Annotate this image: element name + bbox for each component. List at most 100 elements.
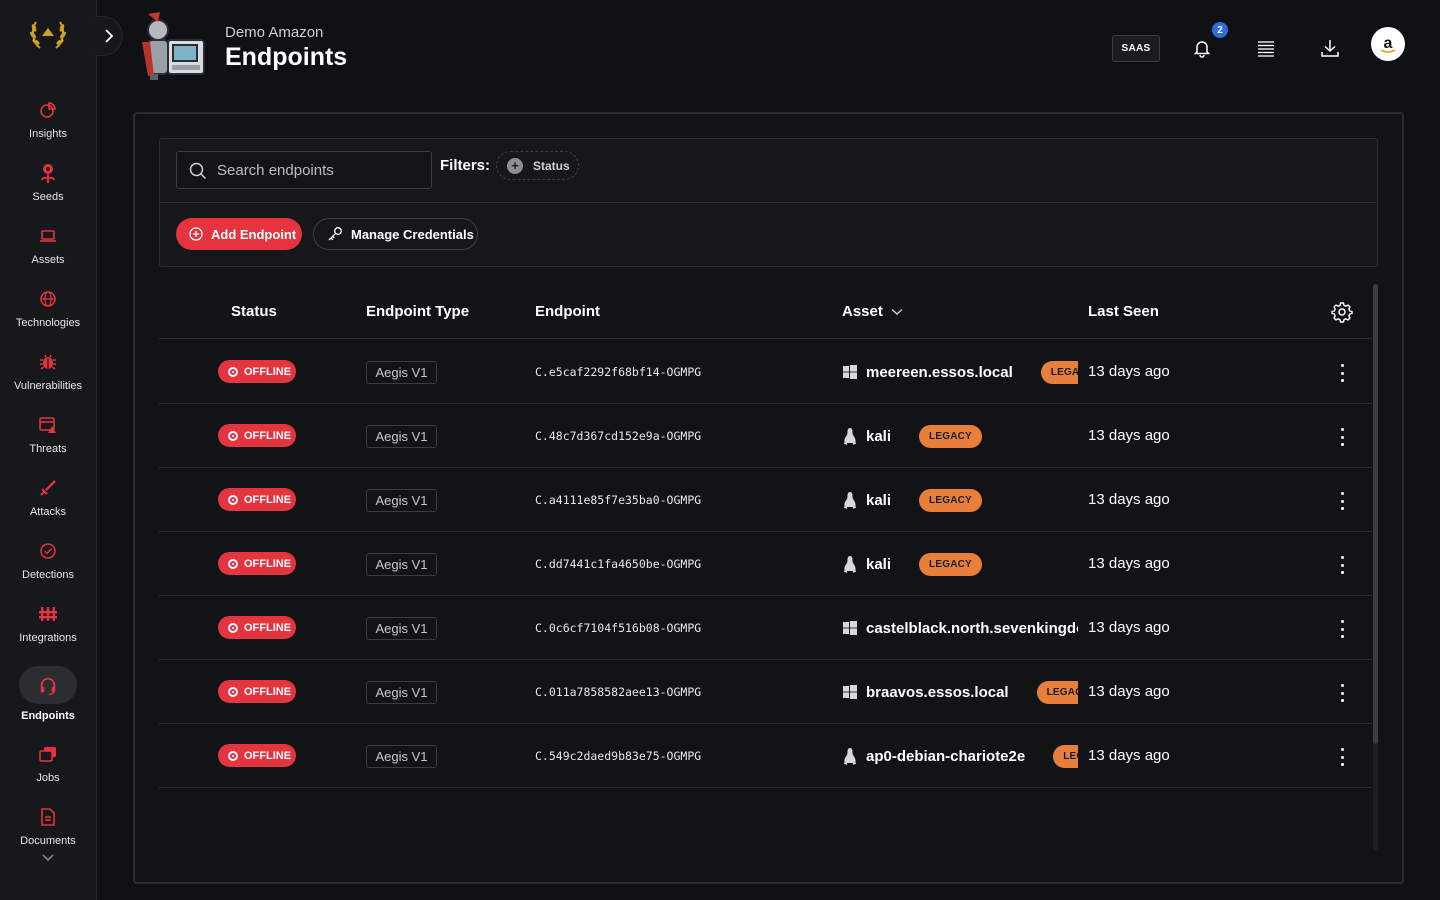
- mascot-logo: [142, 12, 205, 80]
- sidebar-toggle-button[interactable]: [95, 16, 123, 56]
- download-icon: [1321, 40, 1339, 57]
- search-box[interactable]: [176, 151, 432, 189]
- asset-name[interactable]: kali: [866, 492, 891, 509]
- asset-name[interactable]: meereen.essos.local: [866, 364, 1013, 381]
- status-label: OFFLINE: [244, 621, 292, 634]
- status-filter-chip[interactable]: + Status: [496, 151, 579, 180]
- download-button[interactable]: [1318, 36, 1342, 60]
- asset-cell[interactable]: meereen.essos.local LEGACY: [842, 356, 1078, 388]
- asset-cell[interactable]: ap0-debian-chariote2e LEGACY: [842, 740, 1078, 772]
- sidebar-item-label: Detections: [22, 569, 74, 581]
- asset-cell[interactable]: kali LEGACY: [842, 420, 1078, 452]
- last-seen: 13 days ago: [1088, 363, 1170, 380]
- row-actions-kebab-icon[interactable]: [1337, 428, 1347, 446]
- status-label: OFFLINE: [244, 749, 292, 762]
- table-row[interactable]: OFFLINE Aegis V1 C.549c2daed9b83e75-OGMPG a…: [159, 724, 1372, 788]
- row-actions-kebab-icon[interactable]: [1337, 684, 1347, 702]
- column-header-last-seen[interactable]: Last Seen: [1088, 303, 1159, 320]
- endpoint-id[interactable]: C.0c6cf7104f516b08-OGMPG: [535, 621, 701, 635]
- column-header-endpoint-type[interactable]: Endpoint Type: [366, 303, 469, 320]
- notifications-button[interactable]: [1190, 36, 1214, 60]
- status-label: OFFLINE: [244, 557, 292, 570]
- status-label: OFFLINE: [244, 365, 292, 378]
- endpoint-id[interactable]: C.dd7441c1fa4650be-OGMPG: [535, 557, 701, 571]
- sidebar-item-jobs[interactable]: Jobs: [0, 740, 96, 796]
- chevron-down-icon[interactable]: [40, 852, 56, 864]
- linux-icon: [842, 492, 858, 509]
- sidebar-item-assets[interactable]: Assets: [0, 222, 96, 278]
- sidebar-item-label: Assets: [31, 254, 65, 266]
- endpoint-id[interactable]: C.a4111e85f7e35ba0-OGMPG: [535, 493, 701, 507]
- globe-icon: [38, 289, 58, 309]
- status-label: OFFLINE: [244, 685, 292, 698]
- sidebar-item-endpoints[interactable]: Endpoints: [0, 666, 96, 726]
- table-row[interactable]: OFFLINE Aegis V1 C.e5caf2292f68bf14-OGMPG m…: [159, 340, 1372, 404]
- asset-name[interactable]: ap0-debian-chariote2e: [866, 748, 1025, 765]
- table-scrollbar[interactable]: [1373, 284, 1378, 850]
- endpoint-id[interactable]: C.011a7858582aee13-OGMPG: [535, 685, 701, 699]
- column-header-status[interactable]: Status: [231, 303, 277, 320]
- row-actions-kebab-icon[interactable]: [1337, 556, 1347, 574]
- saas-badge[interactable]: SAAS: [1112, 35, 1160, 62]
- scrollbar-thumb[interactable]: [1373, 284, 1378, 744]
- status-badge: OFFLINE: [218, 744, 296, 767]
- table-row[interactable]: OFFLINE Aegis V1 C.48c7d367cd152e9a-OGMPG k…: [159, 404, 1372, 468]
- sidebar-item-technologies[interactable]: Technologies: [0, 285, 96, 341]
- sidebar-item-label: Vulnerabilities: [13, 380, 83, 392]
- settings-gear-icon[interactable]: [1331, 301, 1353, 323]
- manage-credentials-button[interactable]: Manage Credentials: [313, 218, 478, 250]
- asset-cell[interactable]: kali LEGACY: [842, 548, 1078, 580]
- headset-icon: [38, 676, 58, 696]
- endpoint-type-badge: Aegis V1: [366, 489, 437, 512]
- table-row[interactable]: OFFLINE Aegis V1 C.0c6cf7104f516b08-OGMPG c…: [159, 596, 1372, 660]
- windows-icon: [842, 364, 858, 380]
- column-header-asset-label: Asset: [842, 303, 883, 320]
- legacy-badge: LEGACY: [919, 424, 982, 448]
- chevron-right-icon: [104, 29, 113, 43]
- add-endpoint-label: Add Endpoint: [211, 226, 297, 242]
- asset-cell[interactable]: kali LEGACY: [842, 484, 1078, 516]
- table-row[interactable]: OFFLINE Aegis V1 C.dd7441c1fa4650be-OGMPG k…: [159, 532, 1372, 596]
- laurel-logo-icon[interactable]: [28, 14, 68, 54]
- table-row[interactable]: OFFLINE Aegis V1 C.011a7858582aee13-OGMPG b…: [159, 660, 1372, 724]
- row-actions-kebab-icon[interactable]: [1337, 620, 1347, 638]
- sidebar-item-threats[interactable]: Threats: [0, 411, 96, 467]
- sidebar-item-documents[interactable]: Documents: [0, 803, 96, 859]
- sidebar-item-vulnerabilities[interactable]: Vulnerabilities: [0, 348, 96, 404]
- linux-icon: [842, 428, 858, 445]
- status-badge: OFFLINE: [218, 680, 296, 703]
- row-actions-kebab-icon[interactable]: [1337, 748, 1347, 766]
- offline-icon: [228, 494, 238, 505]
- sidebar-item-integrations[interactable]: Integrations: [0, 600, 96, 656]
- menu-list-button[interactable]: [1254, 36, 1278, 60]
- status-badge: OFFLINE: [218, 360, 296, 383]
- sidebar-item-seeds[interactable]: Seeds: [0, 159, 96, 215]
- column-header-endpoint[interactable]: Endpoint: [535, 303, 600, 320]
- endpoint-id[interactable]: C.549c2daed9b83e75-OGMPG: [535, 749, 701, 763]
- search-input[interactable]: [217, 161, 417, 179]
- offline-icon: [228, 366, 238, 377]
- asset-name[interactable]: braavos.essos.local: [866, 684, 1009, 701]
- sidebar-item-label: Integrations: [19, 632, 77, 644]
- sidebar-item-attacks[interactable]: Attacks: [0, 474, 96, 530]
- asset-name[interactable]: castelblack.north.sevenkingdoms.local: [866, 620, 1078, 637]
- sidebar-item-detections[interactable]: Detections: [0, 537, 96, 593]
- asset-name[interactable]: kali: [866, 428, 891, 445]
- key-icon: [328, 227, 342, 241]
- sidebar-item-insights[interactable]: Insights: [0, 96, 96, 152]
- asset-name[interactable]: kali: [866, 556, 891, 573]
- endpoint-id[interactable]: C.48c7d367cd152e9a-OGMPG: [535, 429, 701, 443]
- plus-icon: +: [507, 157, 523, 174]
- last-seen: 13 days ago: [1088, 427, 1170, 444]
- asset-cell[interactable]: castelblack.north.sevenkingdoms.localLEG…: [842, 612, 1078, 644]
- column-header-asset[interactable]: Asset: [842, 303, 903, 320]
- row-actions-kebab-icon[interactable]: [1337, 364, 1347, 382]
- sidebar-item-label: Seeds: [32, 191, 64, 203]
- add-endpoint-button[interactable]: Add Endpoint: [176, 218, 302, 250]
- row-actions-kebab-icon[interactable]: [1337, 492, 1347, 510]
- table-row[interactable]: OFFLINE Aegis V1 C.a4111e85f7e35ba0-OGMPG k…: [159, 468, 1372, 532]
- insights-icon: [38, 100, 58, 120]
- asset-cell[interactable]: braavos.essos.local LEGACY: [842, 676, 1078, 708]
- endpoint-id[interactable]: C.e5caf2292f68bf14-OGMPG: [535, 365, 701, 379]
- account-avatar[interactable]: a: [1371, 27, 1405, 61]
